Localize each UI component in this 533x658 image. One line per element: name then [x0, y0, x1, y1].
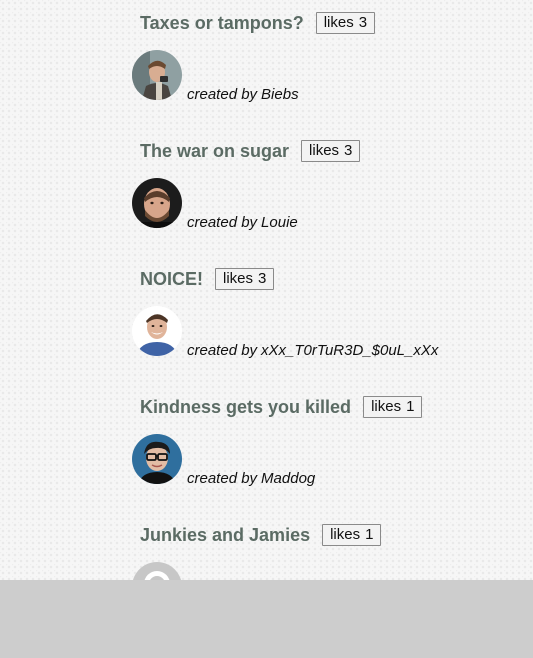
created-by-label: created by [187, 342, 258, 359]
author-name[interactable]: Biebs [261, 86, 299, 103]
author-name[interactable]: Maddog [261, 470, 315, 487]
like-label: likes [371, 398, 402, 415]
post-item: NOICE! likes 3 created by xXx_T0rTuR3D_$0u… [0, 256, 533, 384]
author-name[interactable]: xXx_T0rTuR3D_$0uL_xXx [261, 342, 438, 359]
post-item: Kindness gets you killed likes 1 created … [0, 384, 533, 512]
like-button[interactable]: likes 3 [301, 140, 361, 162]
post-byline: created by xXx_T0rTuR3D_$0uL_xXx [187, 342, 438, 359]
post-title[interactable]: Kindness gets you killed [140, 397, 351, 418]
post-title[interactable]: Junkies and Jamies [140, 525, 310, 546]
like-label: likes [309, 142, 340, 159]
like-label: likes [223, 270, 254, 287]
post-title-row: The war on sugar likes 3 [140, 138, 361, 164]
post-feed: Taxes or tampons? likes 3 created by Biebs… [0, 0, 533, 580]
like-button[interactable]: likes 1 [363, 396, 423, 418]
like-count: 3 [344, 142, 353, 159]
like-label: likes [330, 526, 361, 543]
author-photo [132, 306, 182, 356]
post-title[interactable]: Taxes or tampons? [140, 13, 304, 34]
like-count: 3 [258, 270, 267, 287]
author-photo [132, 178, 182, 228]
author-avatar[interactable] [132, 434, 182, 484]
like-count: 1 [365, 526, 374, 543]
author-photo [132, 50, 182, 100]
post-title-row: Junkies and Jamies likes 1 [140, 522, 382, 548]
author-avatar[interactable] [132, 50, 182, 100]
post-title-row: Kindness gets you killed likes 1 [140, 394, 423, 420]
author-name[interactable]: Louie [261, 214, 298, 231]
like-count: 1 [406, 398, 415, 415]
like-button[interactable]: likes 3 [315, 12, 376, 34]
created-by-label: created by [187, 470, 258, 487]
author-photo [132, 434, 182, 484]
author-avatar[interactable] [132, 306, 182, 356]
like-button[interactable]: likes 3 [215, 268, 275, 290]
post-item: Junkies and Jamies likes 1 [0, 512, 533, 580]
author-avatar[interactable] [132, 562, 182, 580]
post-title-row: Taxes or tampons? likes 3 [140, 10, 376, 36]
bottom-bar [0, 580, 533, 658]
post-title-row: NOICE! likes 3 [140, 266, 275, 292]
post-item: Taxes or tampons? likes 3 created by Biebs [0, 0, 533, 128]
post-byline: created by Maddog [187, 470, 315, 487]
post-item: The war on sugar likes 3 created by Louie [0, 128, 533, 256]
created-by-label: created by [187, 86, 258, 103]
default-avatar-icon [132, 562, 182, 580]
author-avatar[interactable] [132, 178, 182, 228]
post-byline: created by Louie [187, 214, 298, 231]
post-title[interactable]: The war on sugar [140, 141, 289, 162]
like-label: likes [323, 14, 354, 31]
created-by-label: created by [187, 214, 258, 231]
like-count: 3 [358, 14, 368, 31]
like-button[interactable]: likes 1 [322, 524, 382, 546]
post-title[interactable]: NOICE! [140, 269, 203, 290]
post-byline: created by Biebs [187, 86, 299, 103]
